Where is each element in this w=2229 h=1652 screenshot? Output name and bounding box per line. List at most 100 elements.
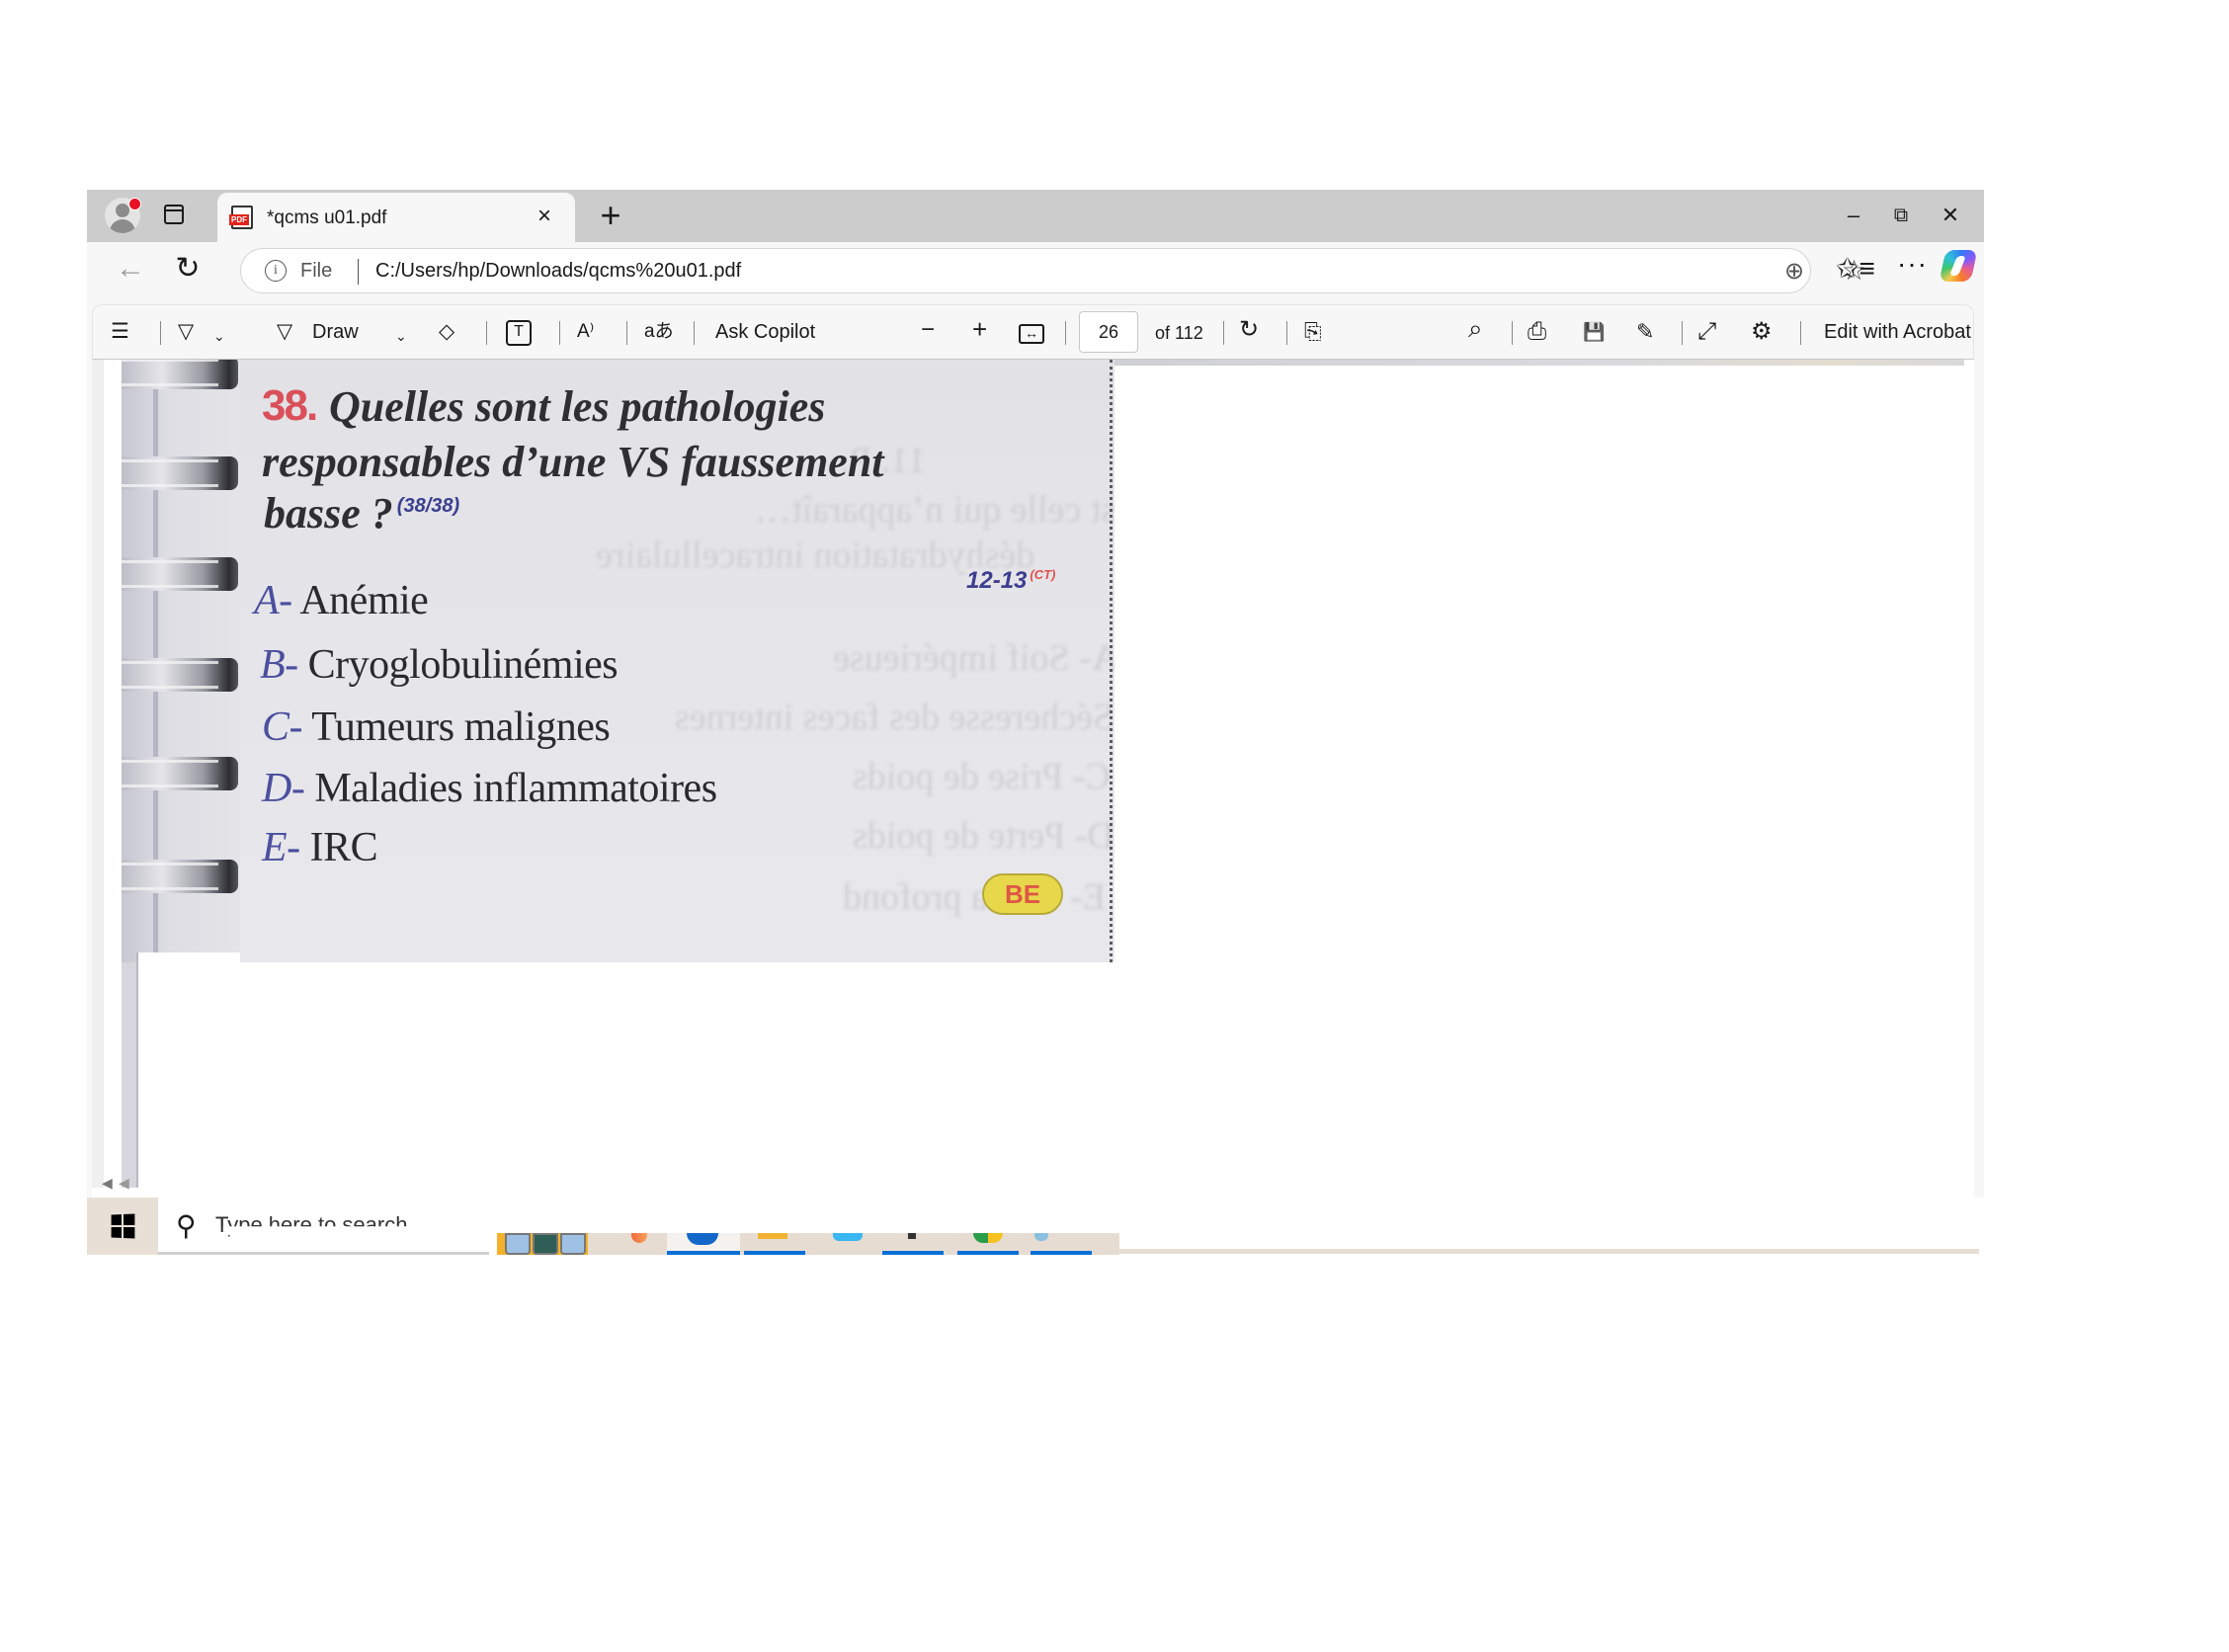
copilot-icon[interactable] [1939, 250, 1978, 282]
page-total-label: of 112 [1155, 323, 1203, 343]
pdf-file-icon: PDF [229, 206, 253, 229]
print-icon[interactable]: ⎙ [1527, 319, 1546, 345]
option-text: IRC [309, 825, 378, 870]
address-bar[interactable]: i File C:/Users/hp/Downloads/qcms%20u01.… [240, 248, 1866, 293]
fullscreen-icon[interactable]: ⤢ [1697, 319, 1716, 345]
rotate-icon[interactable]: ↻ [1239, 317, 1259, 343]
taskbar-app-terminal-icon[interactable] [882, 1233, 944, 1255]
toolbar-divider [160, 321, 161, 345]
spine-extension [122, 962, 136, 1188]
option-text: Tumeurs malignes [311, 704, 611, 750]
scanned-page: 11. P… quelle est celle qui n’apparaît… … [122, 360, 1114, 962]
page-reference: 12-13 (CT) [966, 567, 1056, 594]
site-info-icon[interactable]: i [265, 260, 287, 282]
toolbar-divider [1682, 321, 1683, 345]
bleed-through-text: C- Prise de poids [853, 756, 1111, 797]
notification-dot-icon [128, 198, 141, 210]
scroll-thumb-icon[interactable]: ◀ [119, 1175, 129, 1192]
question-text-line: responsables d’une VS faussement [262, 438, 884, 486]
option-a: A- Anémie [254, 577, 429, 624]
bleed-through-text: B- Sécheresse des faces internes [675, 697, 1114, 738]
bleed-through-text: E- Coma profond [843, 876, 1106, 918]
save-icon[interactable]: 💾 [1583, 319, 1605, 345]
vertical-scrollbar[interactable] [92, 360, 104, 1188]
search-placeholder: Type here to search [215, 1212, 408, 1237]
tab-close-icon[interactable]: × [530, 203, 559, 230]
toolbar-divider [1800, 321, 1801, 345]
page-reference-sup: (CT) [1030, 567, 1056, 582]
translate-icon[interactable]: aあ [644, 319, 674, 345]
scheme-label: File [300, 260, 333, 282]
settings-gear-icon[interactable]: ⚙ [1751, 319, 1773, 345]
spiral-ring-icon [122, 860, 238, 893]
option-letter: C- [262, 704, 303, 750]
url-text[interactable]: C:/Users/hp/Downloads/qcms%20u01.pdf [375, 260, 741, 283]
option-letter: B- [260, 642, 298, 688]
option-letter: D- [262, 766, 305, 811]
highlight-icon[interactable]: ▽ [178, 319, 194, 345]
taskbar-app-chrome-icon[interactable] [957, 1233, 1019, 1255]
new-tab-button[interactable]: + [591, 194, 630, 237]
tab-actions-icon[interactable] [164, 205, 184, 224]
zoom-in-button[interactable]: + [972, 316, 987, 342]
page-edge-strip [1085, 360, 1964, 366]
highlight-options-chevron-icon[interactable]: ⌄ [213, 323, 225, 349]
toolbar-divider [1286, 321, 1287, 345]
option-letter: A- [254, 578, 292, 623]
fit-to-width-icon[interactable]: ↔ [1019, 324, 1044, 344]
page-blank-corner [136, 952, 240, 972]
toolbar-divider [1065, 321, 1066, 345]
zoom-out-button[interactable]: − [921, 317, 935, 343]
scroll-left-arrow-icon[interactable]: ◀ [102, 1175, 113, 1192]
spiral-ring-icon [122, 557, 238, 591]
pdf-viewport[interactable]: 11. P… quelle est celle qui n’apparaît… … [92, 360, 1974, 1198]
option-b: B- Cryoglobulinémies [260, 641, 619, 689]
taskbar-app-network-icon[interactable] [1031, 1233, 1092, 1255]
favorites-icon[interactable]: ✩≡ [1836, 252, 1875, 285]
taskbar-apps [497, 1233, 1119, 1255]
toolbar-divider [486, 321, 487, 345]
add-text-icon[interactable]: T [506, 320, 532, 346]
close-window-button[interactable]: ✕ [1921, 198, 1980, 233]
tab-qcms-pdf[interactable]: PDF *qcms u01.pdf × [217, 193, 575, 242]
spiral-ring-icon [122, 658, 238, 692]
bleed-through-text: quelle est celle qui n’apparaît… [754, 489, 1114, 531]
bleed-through-text: A- Soif impérieuse [833, 637, 1114, 679]
spine-extension-line [136, 952, 138, 1188]
page-view-icon[interactable]: ⎘ [1304, 319, 1322, 345]
option-c: C- Tumeurs malignes [262, 703, 611, 751]
taskbar-app-onedrive-icon[interactable] [823, 1233, 872, 1255]
search-icon[interactable]: ⌕ [1468, 315, 1483, 341]
ask-copilot-button[interactable]: Ask Copilot [715, 319, 815, 345]
draw-options-chevron-icon[interactable]: ⌄ [395, 323, 407, 349]
draw-icon[interactable]: ▽ [277, 319, 292, 345]
save-as-icon[interactable]: ✎ [1636, 319, 1654, 345]
taskbar-app-copilot-icon[interactable] [625, 1233, 655, 1255]
read-aloud-icon[interactable]: A⁾ [577, 319, 594, 345]
draw-button[interactable]: Draw [312, 319, 359, 345]
start-button[interactable] [87, 1198, 158, 1255]
edit-with-acrobat-button[interactable]: Edit with Acrobat [1824, 319, 1971, 345]
erase-icon[interactable]: ◇ [439, 319, 454, 345]
spiral-ring-icon [122, 360, 238, 389]
option-letter: E- [262, 825, 300, 870]
table-of-contents-icon[interactable]: ☰ [111, 319, 129, 345]
source-badge: BE [982, 873, 1063, 915]
address-bar-row: ← ↻ i File C:/Users/hp/Downloads/qcms%20… [87, 242, 1984, 299]
address-divider [358, 259, 359, 285]
bleed-through-text: D- Perte de poids [853, 815, 1114, 857]
option-text: Maladies inflammatoires [314, 766, 717, 811]
tab-title: *qcms u01.pdf [267, 207, 387, 228]
refresh-icon[interactable]: ↻ [170, 251, 206, 286]
taskbar-search-box[interactable]: ⚲ Type here to search Type here to searc… [158, 1198, 489, 1255]
more-options-icon[interactable]: ··· [1897, 248, 1928, 280]
taskbar-tray-strip [1119, 1249, 1979, 1254]
taskbar-app-edge-icon[interactable] [667, 1233, 740, 1255]
option-d: D- Maladies inflammatoires [262, 765, 717, 812]
back-arrow-icon[interactable]: ← [113, 252, 148, 286]
taskbar-app-widgets-icon[interactable] [497, 1233, 588, 1255]
taskbar-app-store-icon[interactable] [744, 1233, 805, 1255]
page-number-input[interactable]: 26 [1079, 311, 1138, 353]
zoom-indicator-icon[interactable]: ⊕ [1784, 257, 1804, 286]
toolbar-divider [1223, 321, 1224, 345]
